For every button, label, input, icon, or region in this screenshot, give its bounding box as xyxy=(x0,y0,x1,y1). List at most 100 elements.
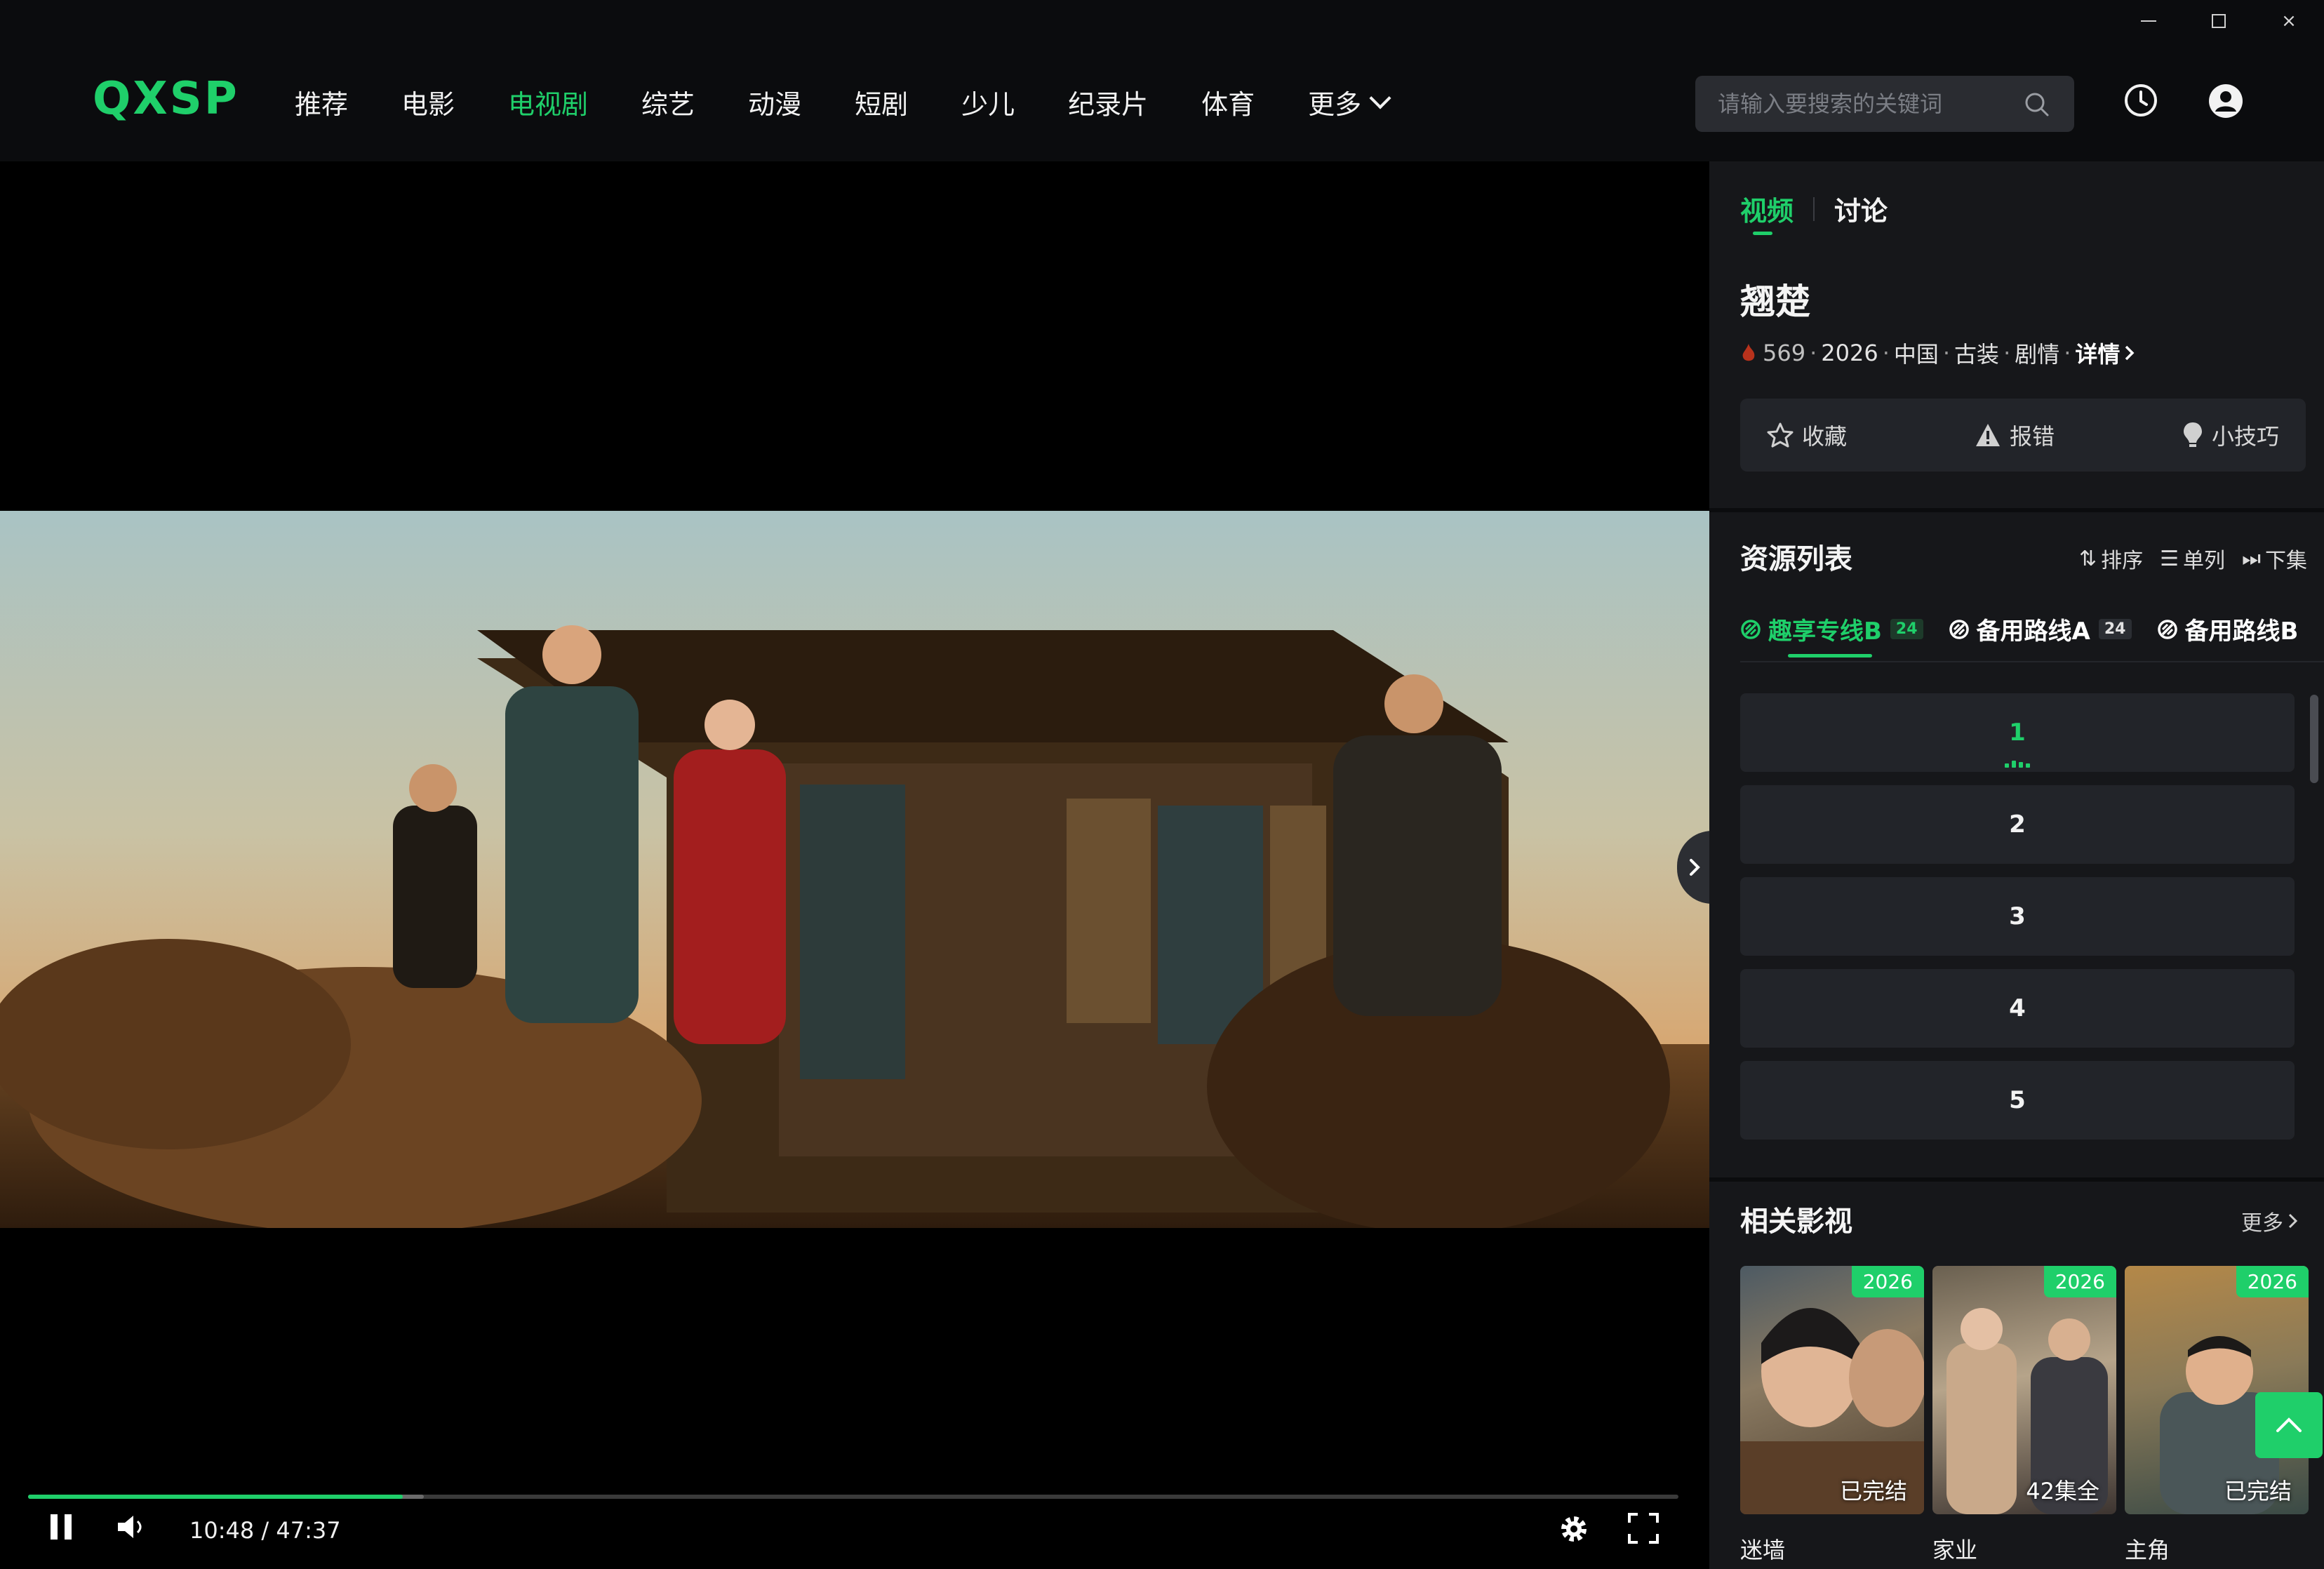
source-count: 24 xyxy=(2098,619,2132,639)
source-tab-3[interactable]: 备用路线B xyxy=(2157,612,2299,646)
nav-documentary[interactable]: 纪录片 xyxy=(1068,83,1148,121)
related-card[interactable]: 2026 42集全 家业 xyxy=(1932,1266,2116,1565)
related-list: 2026 已完结 迷墙 2026 42集全 家业 2026 已完结 主角 xyxy=(1740,1266,2317,1565)
maximize-icon xyxy=(2212,14,2226,28)
volume-button[interactable] xyxy=(116,1513,147,1541)
resource-list-title: 资源列表 xyxy=(1740,543,1852,575)
related-name: 家业 xyxy=(1932,1537,1978,1563)
source-tab-2[interactable]: 备用路线A 24 xyxy=(1949,612,2132,646)
episode-button-1[interactable]: 1 xyxy=(1740,693,2295,772)
meta-separator: · xyxy=(2003,340,2011,366)
source-divider xyxy=(1740,661,2324,662)
resource-tools: ⇅ 排序 ☰ 单列 ⏭ 下集 xyxy=(2062,543,2307,574)
favorite-label: 收藏 xyxy=(1802,423,1848,450)
video-scene xyxy=(0,511,1709,1228)
nav-short-drama[interactable]: 短剧 xyxy=(855,83,908,121)
time-display: 10:48 / 47:37 xyxy=(189,1517,341,1544)
episode-number: 1 xyxy=(2009,719,2026,747)
episode-button-5[interactable]: 5 xyxy=(1740,1061,2295,1140)
progress-bar[interactable] xyxy=(28,1495,1678,1499)
close-button[interactable]: × xyxy=(2254,0,2324,42)
single-column-button[interactable]: ☰ 单列 xyxy=(2160,543,2225,574)
episode-number: 2 xyxy=(2009,810,2026,839)
search-input[interactable] xyxy=(1718,91,2019,117)
video-player[interactable]: 10:48 / 47:37 xyxy=(0,161,1712,1569)
episode-scrollbar[interactable] xyxy=(2310,695,2318,783)
detail-link[interactable]: 详情 xyxy=(2075,337,2120,369)
favorite-button[interactable]: 收藏 xyxy=(1767,419,1847,451)
window-controls: × xyxy=(2113,0,2324,42)
related-card[interactable]: 2026 已完结 迷墙 xyxy=(1740,1266,1924,1565)
nav-recommend[interactable]: 推荐 xyxy=(295,83,348,121)
tab-video[interactable]: 视频 xyxy=(1740,189,1794,228)
pause-icon xyxy=(51,1514,72,1540)
search-box[interactable] xyxy=(1695,76,2074,132)
nav-more-label: 更多 xyxy=(1308,89,1362,120)
pause-button[interactable] xyxy=(49,1513,73,1541)
nav-movie[interactable]: 电影 xyxy=(401,83,455,121)
nav-more[interactable]: 更多 xyxy=(1308,83,1391,121)
user-avatar-icon[interactable] xyxy=(2208,83,2244,119)
nav-tv[interactable]: 电视剧 xyxy=(508,83,588,121)
minimize-button[interactable] xyxy=(2113,0,2184,42)
chevron-right-icon xyxy=(2125,345,2135,361)
side-tabs: 视频 讨论 xyxy=(1740,189,1888,228)
meta-separator: · xyxy=(1942,340,1951,366)
report-button[interactable]: 报错 xyxy=(1975,419,2055,451)
more-label: 更多 xyxy=(2241,1211,2283,1236)
minimize-icon xyxy=(2141,20,2156,22)
source-tabs: 趣享专线B 24 备用路线A 24 备用路线B xyxy=(1740,612,2323,646)
nav-anime[interactable]: 动漫 xyxy=(748,83,801,121)
list-icon: ☰ xyxy=(2160,546,2179,571)
tips-label: 小技巧 xyxy=(2211,423,2279,450)
year-badge: 2026 xyxy=(1851,1266,1924,1297)
related-name: 主角 xyxy=(2125,1537,2170,1563)
related-more-link[interactable]: 更多 xyxy=(2241,1206,2299,1236)
maximize-button[interactable] xyxy=(2184,0,2254,42)
volume-icon xyxy=(118,1516,142,1538)
top-header: QXSP 推荐 电影 电视剧 综艺 动漫 短剧 少儿 纪录片 体育 更多 xyxy=(0,0,2324,161)
source-icon xyxy=(2157,619,2177,639)
single-column-label: 单列 xyxy=(2183,549,2225,573)
search-icon[interactable] xyxy=(2024,91,2050,118)
lightbulb-icon xyxy=(2183,422,2202,447)
source-name: 备用路线A xyxy=(1976,617,2090,646)
flame-icon xyxy=(1742,344,1755,361)
source-name: 趣享专线B xyxy=(1768,617,1882,646)
episode-button-3[interactable]: 3 xyxy=(1740,877,2295,956)
chevron-down-icon xyxy=(1369,86,1391,109)
chevron-right-icon xyxy=(2288,1213,2298,1229)
nav-variety[interactable]: 综艺 xyxy=(641,83,695,121)
poster-image: 2026 已完结 xyxy=(1740,1266,1924,1514)
nav-sports[interactable]: 体育 xyxy=(1201,83,1255,121)
fullscreen-button[interactable] xyxy=(1628,1513,1659,1544)
next-episode-button[interactable]: ⏭ 下集 xyxy=(2242,543,2307,574)
now-playing-icon xyxy=(2005,761,2030,768)
meta-genre-1: 古装 xyxy=(1954,341,2000,368)
tips-button[interactable]: 小技巧 xyxy=(2182,419,2279,451)
chevron-right-icon xyxy=(1690,859,1700,876)
sort-button[interactable]: ⇅ 排序 xyxy=(2079,543,2143,574)
source-icon xyxy=(1949,619,1969,639)
status-label: 已完结 xyxy=(1839,1478,1907,1504)
star-icon xyxy=(1767,422,1794,448)
episode-button-2[interactable]: 2 xyxy=(1740,785,2295,864)
tab-divider xyxy=(1813,196,1815,221)
tab-discussion[interactable]: 讨论 xyxy=(1834,189,1888,228)
site-logo[interactable]: QXSP xyxy=(93,73,239,125)
video-frame[interactable] xyxy=(0,511,1709,1228)
status-label: 42集全 xyxy=(2026,1478,2099,1504)
nav-kids[interactable]: 少儿 xyxy=(961,83,1015,121)
history-icon[interactable] xyxy=(2123,83,2158,118)
progress-played xyxy=(28,1495,403,1499)
back-to-top-button[interactable] xyxy=(2255,1392,2323,1458)
settings-button[interactable] xyxy=(1558,1513,1590,1545)
source-active-indicator xyxy=(1788,654,1872,657)
episode-button-4[interactable]: 4 xyxy=(1740,969,2295,1048)
meta-region: 中国 xyxy=(1893,341,1939,368)
source-name: 备用路线B xyxy=(2184,617,2299,646)
video-title: 翘楚 xyxy=(1740,281,1810,322)
source-tab-1[interactable]: 趣享专线B 24 xyxy=(1740,612,1923,646)
fullscreen-icon xyxy=(1628,1513,1659,1544)
meta-year: 2026 xyxy=(1821,340,1878,366)
